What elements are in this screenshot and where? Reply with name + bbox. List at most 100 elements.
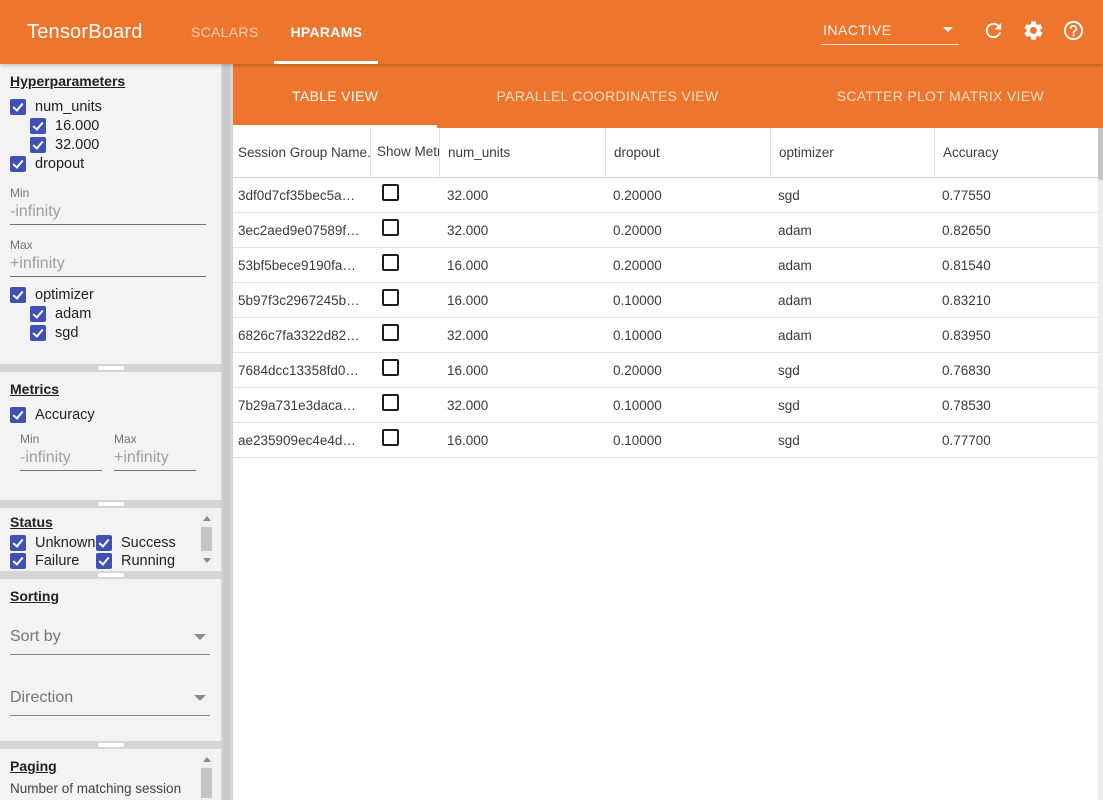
max-input[interactable] (10, 253, 206, 277)
column-header-num-units: num_units (439, 128, 605, 177)
num-units-value: 32.000 (439, 328, 605, 343)
show-metrics-checkbox[interactable] (382, 324, 399, 341)
session-group-name: 3ec2aed9e07589f… (233, 223, 370, 238)
checkbox-checked-icon[interactable] (30, 137, 46, 153)
chevron-down-icon (194, 634, 206, 640)
show-metrics-checkbox[interactable] (382, 359, 399, 376)
show-metrics-checkbox[interactable] (382, 219, 399, 236)
session-group-name: ae235909ec4e4d… (233, 433, 370, 448)
show-metrics-checkbox[interactable] (382, 394, 399, 411)
paging-title: Paging (10, 758, 221, 774)
checkbox-row-adam[interactable]: adam (30, 305, 221, 323)
min-input[interactable] (10, 201, 206, 225)
accuracy-value: 0.82650 (934, 223, 1103, 238)
show-metrics-checkbox[interactable] (382, 254, 399, 271)
num-units-value: 16.000 (439, 363, 605, 378)
accuracy-value: 0.83210 (934, 293, 1103, 308)
show-metrics-checkbox[interactable] (382, 429, 399, 446)
scrollbar-thumb[interactable] (201, 527, 212, 551)
checkbox-label: Accuracy (35, 407, 95, 423)
metrics-title: Metrics (10, 381, 221, 397)
checkbox-row-unknown[interactable]: Unknown (10, 534, 96, 552)
min-label: Min (10, 186, 221, 200)
num-units-value: 16.000 (439, 258, 605, 273)
checkbox-checked-icon[interactable] (30, 306, 46, 322)
settings-button[interactable] (1013, 12, 1053, 52)
column-header-show-metrics: Show Metrics (370, 128, 439, 177)
panel-resize-handle[interactable] (98, 366, 124, 370)
refresh-button[interactable] (973, 12, 1013, 52)
panel-resize-handle[interactable] (98, 502, 124, 506)
table-row: 7b29a731e3daca… 32.000 0.10000 sgd 0.785… (233, 388, 1103, 423)
checkbox-checked-icon[interactable] (10, 99, 26, 115)
num-units-value: 32.000 (439, 223, 605, 238)
sorting-panel: Sorting Sort by Direction (0, 579, 221, 741)
checkbox-checked-icon[interactable] (96, 553, 112, 569)
optimizer-value: sgd (770, 433, 934, 448)
checkbox-row-16[interactable]: 16.000 (30, 117, 221, 135)
scroll-up-arrow-icon[interactable] (203, 757, 211, 762)
tab-scalars[interactable]: SCALARS (175, 0, 274, 64)
column-header-optimizer: optimizer (770, 128, 934, 177)
dropout-value: 0.20000 (605, 363, 770, 378)
num-units-value: 32.000 (439, 188, 605, 203)
checkbox-row-32[interactable]: 32.000 (30, 136, 221, 154)
accuracy-value: 0.77550 (934, 188, 1103, 203)
accuracy-max-input[interactable] (114, 447, 196, 471)
status-scrollbar[interactable] (199, 511, 214, 568)
reload-interval-select[interactable]: INACTIVE (821, 20, 959, 45)
dropout-value: 0.20000 (605, 188, 770, 203)
direction-select[interactable]: Direction (10, 687, 210, 716)
paging-scrollbar[interactable] (199, 752, 214, 800)
scroll-up-arrow-icon[interactable] (203, 516, 211, 521)
dropout-value: 0.10000 (605, 433, 770, 448)
tab-hparams[interactable]: HPARAMS (274, 0, 378, 64)
panel-resize-handle[interactable] (98, 743, 124, 747)
tab-scatter-plot-matrix-view[interactable]: SCATTER PLOT MATRIX VIEW (778, 64, 1103, 128)
checkbox-label: sgd (55, 325, 78, 341)
tab-parallel-coordinates-view[interactable]: PARALLEL COORDINATES VIEW (437, 64, 777, 128)
sidebar-scrollbar[interactable] (223, 64, 230, 800)
scrollbar-thumb[interactable] (201, 768, 212, 798)
column-header-accuracy: Accuracy (934, 128, 1103, 177)
dropout-max-field: Max (10, 238, 221, 277)
accuracy-value: 0.83950 (934, 328, 1103, 343)
show-metrics-checkbox[interactable] (382, 289, 399, 306)
scroll-down-arrow-icon[interactable] (203, 558, 211, 563)
checkbox-checked-icon[interactable] (10, 535, 26, 551)
table-scrollbar[interactable] (1098, 128, 1103, 800)
checkbox-row-dropout[interactable]: dropout (10, 155, 221, 173)
optimizer-value: sgd (770, 188, 934, 203)
checkbox-row-failure[interactable]: Failure (10, 552, 96, 570)
session-group-name: 5b97f3c2967245b… (233, 293, 370, 308)
checkbox-checked-icon[interactable] (10, 287, 26, 303)
accuracy-min-input[interactable] (20, 447, 102, 471)
table-row: 3df0d7cf35bec5a… 32.000 0.20000 sgd 0.77… (233, 178, 1103, 213)
status-panel: Status Unknown Success Failure (0, 508, 221, 571)
dropout-min-field: Min (10, 186, 221, 225)
show-metrics-checkbox[interactable] (382, 184, 399, 201)
tab-table-view[interactable]: TABLE VIEW (233, 64, 437, 128)
panel-resize-handle[interactable] (98, 573, 124, 577)
scrollbar-thumb[interactable] (1098, 128, 1103, 180)
hparams-main-view: TABLE VIEW PARALLEL COORDINATES VIEW SCA… (233, 64, 1103, 800)
checkbox-checked-icon[interactable] (30, 118, 46, 134)
num-units-value: 16.000 (439, 433, 605, 448)
checkbox-checked-icon[interactable] (10, 156, 26, 172)
help-button[interactable] (1053, 12, 1093, 52)
checkbox-row-optimizer[interactable]: optimizer (10, 286, 221, 304)
table-header-row: Session Group Name. Show Metrics num_uni… (233, 128, 1103, 178)
dropout-value: 0.20000 (605, 223, 770, 238)
sort-by-select[interactable]: Sort by (10, 626, 210, 655)
checkbox-row-sgd[interactable]: sgd (30, 324, 221, 342)
max-label: Max (10, 238, 221, 252)
toolbar-spacer (378, 0, 821, 64)
checkbox-checked-icon[interactable] (10, 553, 26, 569)
accuracy-value: 0.81540 (934, 258, 1103, 273)
checkbox-row-accuracy[interactable]: Accuracy (10, 406, 221, 424)
checkbox-checked-icon[interactable] (96, 535, 112, 551)
checkbox-checked-icon[interactable] (10, 407, 26, 423)
checkbox-row-num-units[interactable]: num_units (10, 98, 221, 116)
tensorboard-app: TensorBoard SCALARS HPARAMS INACTIVE Hyp… (0, 0, 1103, 800)
checkbox-checked-icon[interactable] (30, 325, 46, 341)
